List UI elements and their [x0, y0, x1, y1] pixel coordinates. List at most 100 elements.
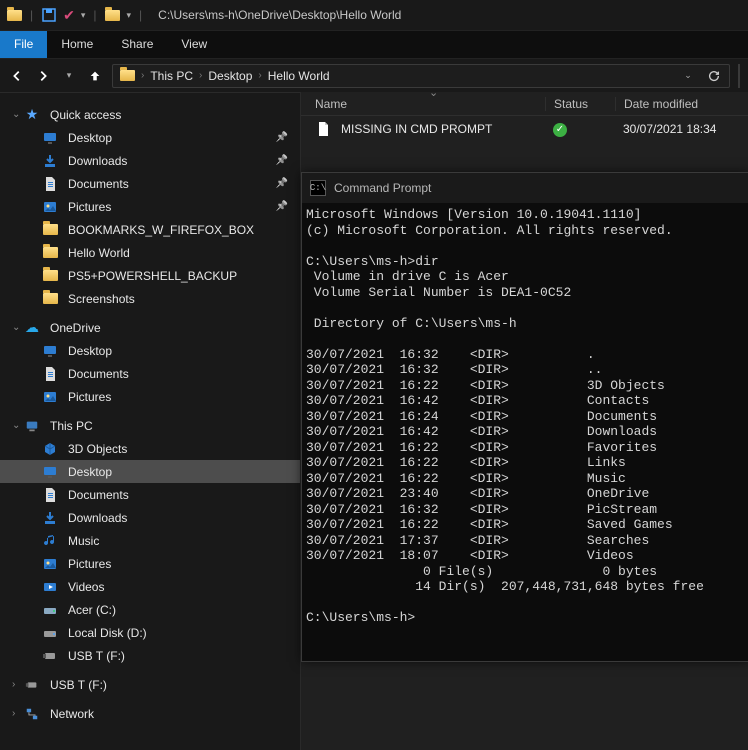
- breadcrumb-root[interactable]: This PC: [150, 69, 193, 83]
- doc-icon: [42, 176, 58, 192]
- pin-icon: 📌: [276, 178, 288, 189]
- tree-item[interactable]: BOOKMARKS_W_FIREFOX_BOX: [0, 218, 300, 241]
- tree-item[interactable]: Videos: [0, 575, 300, 598]
- dl-icon: [42, 510, 58, 526]
- tab-share[interactable]: Share: [107, 31, 167, 58]
- titlebar: | ✔ ▾ | ▾ | C:\Users\ms-h\OneDrive\Deskt…: [0, 0, 748, 30]
- tree-label: Music: [68, 534, 99, 548]
- tree-label: Acer (C:): [68, 603, 116, 617]
- tree-item[interactable]: PS5+POWERSHELL_BACKUP: [0, 264, 300, 287]
- music-icon: [42, 533, 58, 549]
- tree-label: Pictures: [68, 557, 111, 571]
- tree-quick-access[interactable]: ⌄ ★ Quick access: [0, 103, 300, 126]
- tree-item[interactable]: Documents: [0, 362, 300, 385]
- file-row[interactable]: MISSING IN CMD PROMPT ✓ 30/07/2021 18:34: [301, 116, 748, 142]
- column-resize-handle[interactable]: ⌄: [429, 86, 438, 99]
- tree-item[interactable]: Desktop 📌: [0, 126, 300, 149]
- recent-menu[interactable]: ▾: [60, 67, 78, 85]
- breadcrumb-desktop[interactable]: Desktop: [208, 69, 252, 83]
- tree-label: Local Disk (D:): [68, 626, 147, 640]
- tree-item[interactable]: Local Disk (D:): [0, 621, 300, 644]
- chevron-right-icon[interactable]: ›: [12, 679, 15, 690]
- tree-usb[interactable]: › USB T (F:): [0, 673, 300, 696]
- chevron-down-icon[interactable]: ⌄: [12, 109, 20, 120]
- tree-item[interactable]: Pictures: [0, 552, 300, 575]
- folder-icon: [42, 245, 58, 261]
- tree-item[interactable]: Desktop: [0, 339, 300, 362]
- tab-home[interactable]: Home: [47, 31, 107, 58]
- column-status[interactable]: Status: [545, 97, 615, 111]
- tree-item[interactable]: Documents 📌: [0, 172, 300, 195]
- tree-label: Desktop: [68, 131, 112, 145]
- breadcrumb-leaf[interactable]: Hello World: [268, 69, 330, 83]
- chevron-right-icon[interactable]: ›: [258, 70, 261, 81]
- tree-onedrive[interactable]: ⌄ ☁ OneDrive: [0, 316, 300, 339]
- tree-label: Documents: [68, 177, 129, 191]
- tree-label: Desktop: [68, 465, 112, 479]
- tree-item[interactable]: Hello World: [0, 241, 300, 264]
- tree-label: 3D Objects: [68, 442, 127, 456]
- up-button[interactable]: [86, 67, 104, 85]
- chevron-down-icon[interactable]: ⌄: [12, 420, 20, 431]
- history-dropdown[interactable]: ⌄: [679, 67, 697, 85]
- pin-icon: 📌: [276, 132, 288, 143]
- tree-label: Videos: [68, 580, 104, 594]
- file-date: 30/07/2021 18:34: [615, 122, 748, 136]
- cmd-output[interactable]: Microsoft Windows [Version 10.0.19041.11…: [302, 203, 748, 630]
- column-headers: Name Status Date modified: [301, 92, 748, 116]
- tree-label: Screenshots: [68, 292, 135, 306]
- tree-label: Downloads: [68, 154, 127, 168]
- chevron-down-icon[interactable]: ⌄: [12, 322, 20, 333]
- chevron-right-icon[interactable]: ›: [12, 708, 15, 719]
- tree-label: Hello World: [68, 246, 130, 260]
- tree-item[interactable]: Downloads: [0, 506, 300, 529]
- dl-icon: [42, 153, 58, 169]
- search-input[interactable]: [738, 64, 740, 88]
- column-name[interactable]: Name: [301, 97, 545, 111]
- tree-item[interactable]: 3D Objects: [0, 437, 300, 460]
- tree-item[interactable]: Acer (C:): [0, 598, 300, 621]
- tree-this-pc[interactable]: ⌄ This PC: [0, 414, 300, 437]
- check-icon[interactable]: ✔: [63, 8, 75, 22]
- tree-label: BOOKMARKS_W_FIREFOX_BOX: [68, 223, 254, 237]
- tree-item[interactable]: Desktop: [0, 460, 300, 483]
- forward-button[interactable]: [34, 67, 52, 85]
- tree-item[interactable]: USB T (F:): [0, 644, 300, 667]
- tree-label: USB T (F:): [68, 649, 125, 663]
- file-icon: [315, 121, 331, 137]
- tree-item[interactable]: Screenshots: [0, 287, 300, 310]
- tree-item[interactable]: Music: [0, 529, 300, 552]
- chevron-right-icon[interactable]: ›: [199, 70, 202, 81]
- tree-item[interactable]: Pictures📌: [0, 195, 300, 218]
- tree-item[interactable]: Downloads 📌: [0, 149, 300, 172]
- ribbon: File Home Share View: [0, 30, 748, 58]
- tab-view[interactable]: View: [167, 31, 221, 58]
- drive-icon: [42, 602, 58, 618]
- star-icon: ★: [24, 107, 40, 123]
- file-name: MISSING IN CMD PROMPT: [341, 122, 492, 136]
- sync-ok-icon: ✓: [553, 123, 567, 137]
- folder-icon: [42, 291, 58, 307]
- tree-item[interactable]: Pictures: [0, 385, 300, 408]
- nav-tree: ⌄ ★ Quick access Desktop📌Downloads📌Docum…: [0, 92, 300, 750]
- address-bar[interactable]: › This PC › Desktop › Hello World ⌄: [112, 64, 730, 88]
- cmd-title: Command Prompt: [334, 181, 431, 195]
- back-button[interactable]: [8, 67, 26, 85]
- column-date[interactable]: Date modified: [615, 97, 748, 111]
- tree-label: Documents: [68, 367, 129, 381]
- tree-item[interactable]: Documents: [0, 483, 300, 506]
- pin-icon: 📌: [276, 155, 288, 166]
- qa-menu-icon[interactable]: ▾: [81, 10, 86, 21]
- cmd-titlebar[interactable]: C:\ Command Prompt: [302, 173, 748, 203]
- refresh-button[interactable]: [705, 67, 723, 85]
- tree-label: Downloads: [68, 511, 127, 525]
- tab-file[interactable]: File: [0, 31, 47, 58]
- img-icon: [42, 556, 58, 572]
- folder-menu-icon[interactable]: ▾: [127, 10, 132, 21]
- chevron-right-icon[interactable]: ›: [141, 70, 144, 81]
- tree-network[interactable]: › Network: [0, 702, 300, 725]
- img-icon: [42, 389, 58, 405]
- window-title: C:\Users\ms-h\OneDrive\Desktop\Hello Wor…: [158, 8, 401, 22]
- command-prompt-window[interactable]: C:\ Command Prompt Microsoft Windows [Ve…: [301, 172, 748, 662]
- save-icon[interactable]: [41, 7, 57, 23]
